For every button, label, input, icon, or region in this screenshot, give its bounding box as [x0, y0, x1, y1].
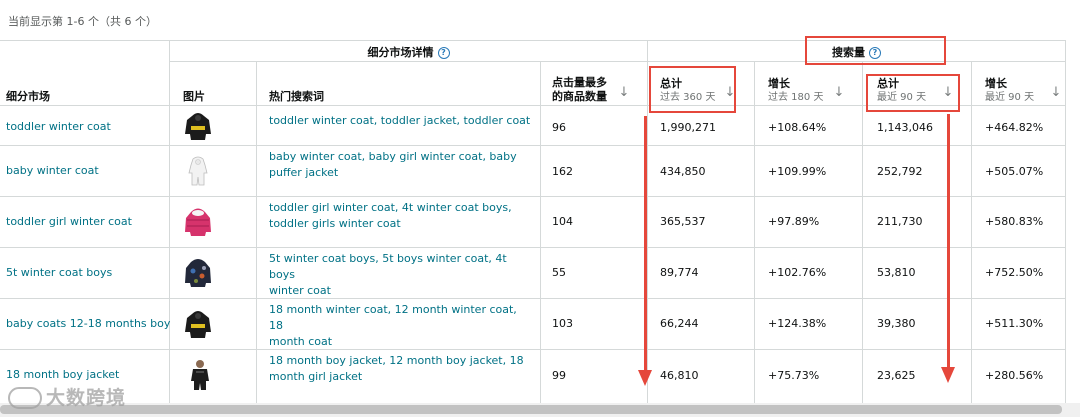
- total-90-value: 252,792: [877, 165, 923, 178]
- total-360-value: 365,537: [660, 215, 706, 228]
- annotation-arrow-head-icon: [941, 367, 955, 383]
- col-header-segment: 细分市场: [6, 90, 50, 103]
- growth-90-value: +511.30%: [985, 317, 1044, 330]
- top-clicks-value: 103: [552, 317, 573, 330]
- top-clicks-value: 104: [552, 215, 573, 228]
- growth-180-value: +124.38%: [768, 317, 827, 330]
- segment-link[interactable]: baby winter coat: [6, 163, 99, 179]
- watermark-logo-icon: [8, 387, 42, 409]
- total-90-value: 53,810: [877, 266, 916, 279]
- growth-180-value: +75.73%: [768, 369, 820, 382]
- col-header-hot-terms: 热门搜索词: [269, 90, 324, 103]
- top-clicks-value: 162: [552, 165, 573, 178]
- total-90-value: 23,625: [877, 369, 916, 382]
- annotation-arrow-head-icon: [638, 370, 652, 386]
- hot-terms-link[interactable]: 5t winter coat boys, 5t boys winter coat…: [269, 251, 534, 299]
- top-clicks-value: 96: [552, 121, 566, 134]
- growth-180-value: +97.89%: [768, 215, 820, 228]
- highlight-box-total-90: [866, 74, 960, 112]
- hot-terms-link[interactable]: toddler winter coat, toddler jacket, tod…: [269, 113, 534, 129]
- scrollbar-thumb[interactable]: [0, 405, 1062, 414]
- sort-arrow-icon[interactable]: ↓: [618, 86, 630, 100]
- product-thumbnail: [183, 308, 213, 340]
- product-thumbnail: [183, 110, 213, 142]
- total-360-value: 66,244: [660, 317, 699, 330]
- total-90-value: 211,730: [877, 215, 923, 228]
- segment-link[interactable]: baby coats 12-18 months boy: [6, 316, 170, 332]
- growth-90-value: +464.82%: [985, 121, 1044, 134]
- hot-terms-link[interactable]: 18 month winter coat, 12 month winter co…: [269, 302, 534, 350]
- watermark: 大数跨境: [8, 383, 126, 410]
- growth-180-value: +102.76%: [768, 266, 827, 279]
- total-90-value: 39,380: [877, 317, 916, 330]
- total-360-value: 1,990,271: [660, 121, 716, 134]
- sort-arrow-icon[interactable]: ↓: [833, 86, 845, 100]
- growth-90-value: +580.83%: [985, 215, 1044, 228]
- hot-terms-link[interactable]: 18 month boy jacket, 12 month boy jacket…: [269, 353, 534, 385]
- total-360-value: 46,810: [660, 369, 699, 382]
- group-title-detail: 细分市场详情?: [170, 44, 647, 60]
- total-360-value: 89,774: [660, 266, 699, 279]
- growth-90-value: +280.56%: [985, 369, 1044, 382]
- segment-link[interactable]: toddler winter coat: [6, 119, 111, 135]
- product-thumbnail: [185, 359, 215, 391]
- col-header-growth-90[interactable]: 增长 最近 90 天: [985, 77, 1034, 105]
- growth-180-value: +109.99%: [768, 165, 827, 178]
- highlight-box-total-360: [649, 66, 736, 113]
- results-summary: 当前显示第 1-6 个（共 6 个）: [8, 15, 157, 28]
- annotation-arrow-line: [644, 116, 647, 372]
- help-icon[interactable]: ?: [437, 47, 450, 59]
- highlight-box-volume-group: [805, 36, 946, 65]
- product-thumbnail: [183, 257, 213, 289]
- hot-terms-link[interactable]: toddler girl winter coat, 4t winter coat…: [269, 200, 534, 232]
- annotation-arrow-line: [947, 114, 950, 369]
- segment-link[interactable]: 18 month boy jacket: [6, 367, 119, 383]
- top-clicks-value: 55: [552, 266, 566, 279]
- col-header-growth-180[interactable]: 增长 过去 180 天: [768, 77, 823, 105]
- segment-link[interactable]: toddler girl winter coat: [6, 214, 132, 230]
- hot-terms-link[interactable]: baby winter coat, baby girl winter coat,…: [269, 149, 534, 181]
- col-header-image: 图片: [183, 90, 205, 103]
- col-header-top-clicks[interactable]: 点击量最多的商品数量: [552, 76, 614, 104]
- product-thumbnail: [183, 206, 213, 238]
- growth-90-value: +505.07%: [985, 165, 1044, 178]
- total-360-value: 434,850: [660, 165, 706, 178]
- product-thumbnail: [183, 155, 213, 187]
- top-clicks-value: 99: [552, 369, 566, 382]
- segment-link[interactable]: 5t winter coat boys: [6, 265, 112, 281]
- growth-180-value: +108.64%: [768, 121, 827, 134]
- total-90-value: 1,143,046: [877, 121, 933, 134]
- growth-90-value: +752.50%: [985, 266, 1044, 279]
- sort-arrow-icon[interactable]: ↓: [1050, 86, 1062, 100]
